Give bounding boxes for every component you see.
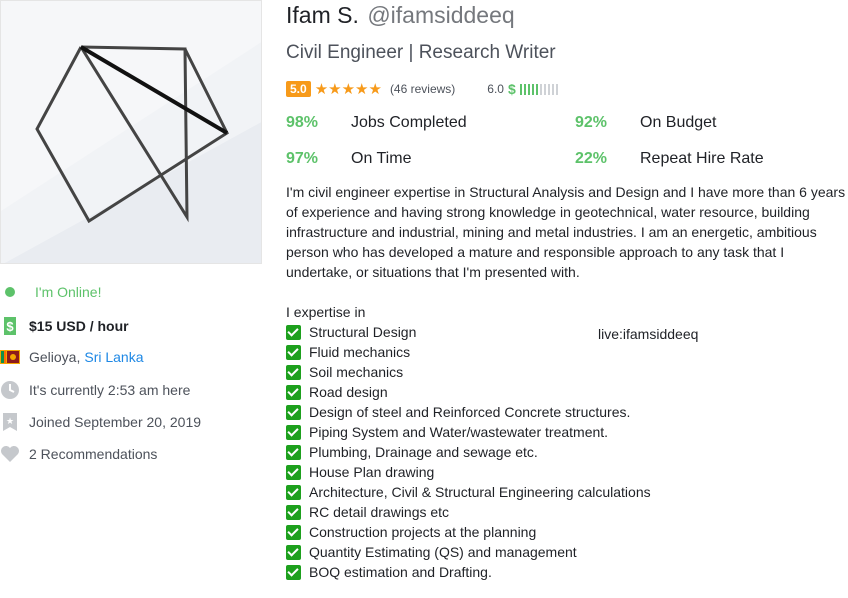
checkbox-checked-icon — [286, 504, 301, 520]
stat-percent: 92% — [575, 114, 608, 131]
checkbox-checked-icon — [286, 444, 301, 460]
online-status-text: I'm Online! — [35, 284, 102, 300]
list-item: Fluid mechanics — [286, 342, 651, 362]
profile-header: Ifam S. @ifamsiddeeq — [286, 2, 515, 29]
list-item: Architecture, Civil & Structural Enginee… — [286, 482, 651, 502]
location-city: Gelioya, — [29, 349, 81, 365]
list-item: RC detail drawings etc — [286, 502, 651, 522]
list-item: Quantity Estimating (QS) and management — [286, 542, 651, 562]
location: Gelioya, Sri Lanka — [0, 345, 144, 369]
expertise-heading: I expertise in — [286, 304, 366, 320]
svg-text:★: ★ — [6, 416, 14, 426]
local-time-text: It's currently 2:53 am here — [29, 382, 191, 398]
recommendations: 2 Recommendations — [0, 442, 157, 466]
list-item: BOQ estimation and Drafting. — [286, 562, 651, 582]
checkbox-checked-icon — [286, 524, 301, 540]
list-item: Design of steel and Reinforced Concrete … — [286, 402, 651, 422]
stat-percent: 22% — [575, 150, 608, 167]
checkbox-checked-icon — [286, 384, 301, 400]
checkbox-checked-icon — [286, 404, 301, 420]
heart-icon — [0, 444, 20, 464]
list-item: Plumbing, Drainage and sewage etc. — [286, 442, 651, 462]
online-status: I'm Online! — [0, 280, 101, 304]
list-item: Construction projects at the planning — [286, 522, 651, 542]
rating-badge: 5.0 — [286, 81, 311, 97]
stat-label: On Time — [351, 150, 412, 167]
profile-name: Ifam S. — [286, 2, 359, 28]
checkbox-checked-icon — [286, 564, 301, 580]
clock-icon — [0, 380, 20, 400]
list-item: Piping System and Water/wastewater treat… — [286, 422, 651, 442]
checkbox-checked-icon — [286, 484, 301, 500]
skills-list: Structural Design Fluid mechanics Soil m… — [286, 322, 651, 582]
stat-label: Repeat Hire Rate — [640, 150, 764, 167]
checkbox-checked-icon — [286, 464, 301, 480]
sri-lanka-flag-icon — [0, 347, 20, 367]
checkbox-checked-icon — [286, 544, 301, 560]
stat-on-time: 97% On Time — [286, 150, 411, 168]
review-count-link[interactable]: (46 reviews) — [390, 82, 455, 96]
checkbox-checked-icon — [286, 424, 301, 440]
earnings-dollar-icon: $ — [507, 81, 516, 97]
calendar-badge-icon: ★ — [0, 412, 20, 432]
profile-description: I'm civil engineer expertise in Structur… — [286, 184, 846, 280]
list-item: Road design — [286, 382, 651, 402]
stat-repeat-hire-rate: 22% Repeat Hire Rate — [575, 150, 764, 168]
skype-contact-note: live:ifamsiddeeq — [598, 326, 699, 342]
stat-label: On Budget — [640, 114, 717, 131]
joined-date-text: Joined September 20, 2019 — [29, 414, 202, 430]
profile-tagline: Civil Engineer | Research Writer — [286, 42, 556, 63]
stat-percent: 98% — [286, 114, 319, 131]
list-item: House Plan drawing — [286, 462, 651, 482]
list-item: Structural Design — [286, 322, 651, 342]
online-dot-icon — [5, 287, 15, 297]
location-country-link[interactable]: Sri Lanka — [84, 349, 143, 365]
joined-date: ★ Joined September 20, 2019 — [0, 410, 201, 434]
hourly-rate-text: $15 USD / hour — [29, 318, 129, 334]
recommendations-text: 2 Recommendations — [29, 446, 158, 462]
stat-on-budget: 92% On Budget — [575, 114, 717, 132]
list-item: Soil mechanics — [286, 362, 651, 382]
svg-text:$: $ — [6, 319, 14, 334]
earnings-score: 6.0 — [487, 82, 504, 96]
checkbox-checked-icon — [286, 344, 301, 360]
profile-avatar — [0, 0, 262, 264]
local-time: It's currently 2:53 am here — [0, 378, 190, 402]
earnings-level-bars — [519, 83, 558, 95]
stat-label: Jobs Completed — [351, 114, 467, 131]
checkbox-checked-icon — [286, 324, 301, 340]
avatar-logo-image — [1, 42, 261, 263]
star-rating-icons: ★★★★★ — [314, 81, 382, 98]
stat-percent: 97% — [286, 150, 319, 167]
stat-jobs-completed: 98% Jobs Completed — [286, 114, 467, 132]
rating-row: 5.0 ★★★★★ (46 reviews) 6.0 $ — [286, 80, 558, 98]
dollar-icon: $ — [0, 316, 20, 336]
hourly-rate: $ $15 USD / hour — [0, 314, 129, 338]
profile-username: @ifamsiddeeq — [367, 2, 515, 28]
checkbox-checked-icon — [286, 364, 301, 380]
